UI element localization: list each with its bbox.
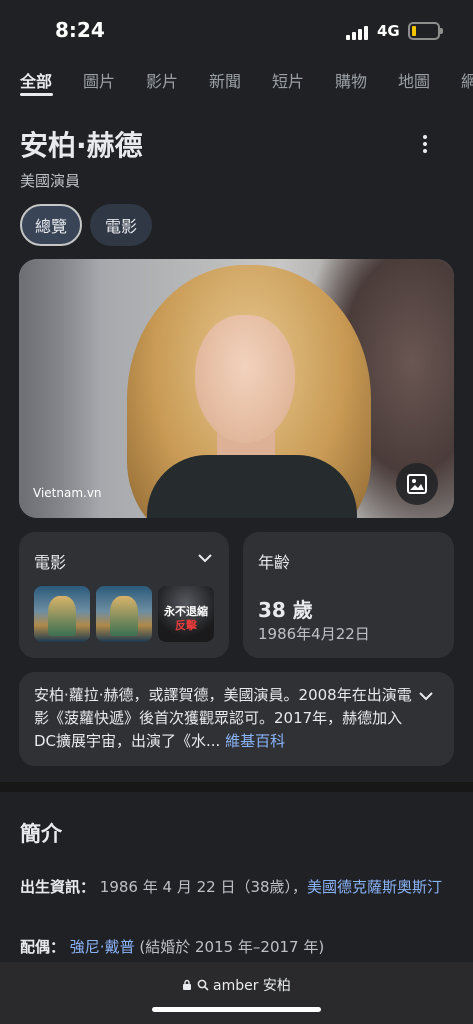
description-card[interactable]: 安柏·蘿拉·赫德，或譯賀德，美國演員。2008年在出演電影《菠蘿快遞》後首次獲觀…: [19, 672, 454, 766]
chip-overview[interactable]: 總覽: [20, 204, 82, 246]
tab-all[interactable]: 全部: [20, 68, 52, 92]
network-type: 4G: [377, 22, 400, 40]
birth-date: 1986年4月22日: [258, 625, 370, 643]
status-time: 8:24: [55, 18, 105, 42]
chip-movies[interactable]: 電影: [90, 204, 152, 246]
movie-poster-title: 永不退縮: [164, 605, 208, 618]
movie-thumbnail[interactable]: [96, 586, 152, 642]
battery-icon: [408, 22, 443, 40]
home-indicator[interactable]: [152, 1007, 321, 1012]
movie-poster-subtitle: 反擊: [175, 619, 197, 632]
status-bar: 8:24 4G: [0, 0, 473, 62]
browser-bottom-bar: amber 安柏: [0, 962, 473, 1024]
entity-title: 安柏·赫德: [20, 129, 143, 162]
chevron-down-icon[interactable]: [197, 552, 213, 564]
cellular-signal-icon: [346, 24, 370, 40]
movie-thumbnail[interactable]: [34, 586, 90, 642]
address-text: amber 安柏: [212, 978, 291, 994]
address-bar[interactable]: amber 安柏: [0, 975, 473, 995]
wikipedia-link[interactable]: 維基百科: [225, 732, 285, 750]
section-divider: [0, 782, 473, 792]
movie-thumbnail[interactable]: 永不退縮 反擊: [158, 586, 214, 642]
spouse-detail: (結婚於 2015 年–2017 年): [139, 938, 325, 956]
image-icon: [407, 474, 427, 494]
tab-images[interactable]: 圖片: [83, 68, 115, 92]
tab-web[interactable]: 網: [461, 68, 473, 92]
spouse-link[interactable]: 強尼·戴普: [70, 938, 135, 956]
chevron-down-icon[interactable]: [418, 690, 434, 702]
spouse-label: 配偶：: [20, 938, 66, 956]
description-body: 安柏·蘿拉·赫德，或譯賀德，美國演員。2008年在出演電影《菠蘿快遞》後首次獲觀…: [34, 686, 412, 750]
spouse-row: 配偶： 強尼·戴普 (結婚於 2015 年–2017 年): [20, 934, 450, 961]
movies-card-title: 電影: [34, 553, 67, 572]
age-value: 38 歲: [258, 598, 313, 622]
movies-card[interactable]: 電影 永不退縮 反擊: [19, 532, 229, 658]
active-tab-indicator: [20, 93, 53, 96]
birth-label: 出生資訊：: [20, 878, 96, 896]
entity-subtitle: 美國演員: [20, 172, 81, 190]
birth-place-link[interactable]: 美國德克薩斯奧斯汀: [307, 878, 442, 896]
search-tabs: 全部 圖片 影片 新聞 短片 購物 地圖 網: [0, 64, 473, 100]
hero-image[interactable]: Vietnam.vn: [19, 259, 454, 518]
tab-short-videos[interactable]: 短片: [272, 68, 304, 92]
tab-maps[interactable]: 地圖: [398, 68, 430, 92]
age-card-title: 年齡: [258, 553, 291, 572]
description-text: 安柏·蘿拉·赫德，或譯賀德，美國演員。2008年在出演電影《菠蘿快遞》後首次獲觀…: [34, 684, 414, 753]
image-gallery-button[interactable]: [396, 463, 438, 505]
about-title: 簡介: [20, 822, 62, 846]
tab-videos[interactable]: 影片: [146, 68, 178, 92]
tab-shopping[interactable]: 購物: [335, 68, 367, 92]
age-card[interactable]: 年齡 38 歲 1986年4月22日: [243, 532, 454, 658]
birth-info-row: 出生資訊： 1986 年 4 月 22 日（38歲），美國德克薩斯奧斯汀: [20, 874, 450, 901]
lock-icon: [183, 979, 192, 990]
search-icon: [197, 979, 209, 991]
tab-news[interactable]: 新聞: [209, 68, 241, 92]
image-credit: Vietnam.vn: [33, 486, 102, 500]
more-options-icon[interactable]: [414, 133, 436, 155]
birth-value: 1986 年 4 月 22 日（38歲），: [99, 878, 308, 896]
